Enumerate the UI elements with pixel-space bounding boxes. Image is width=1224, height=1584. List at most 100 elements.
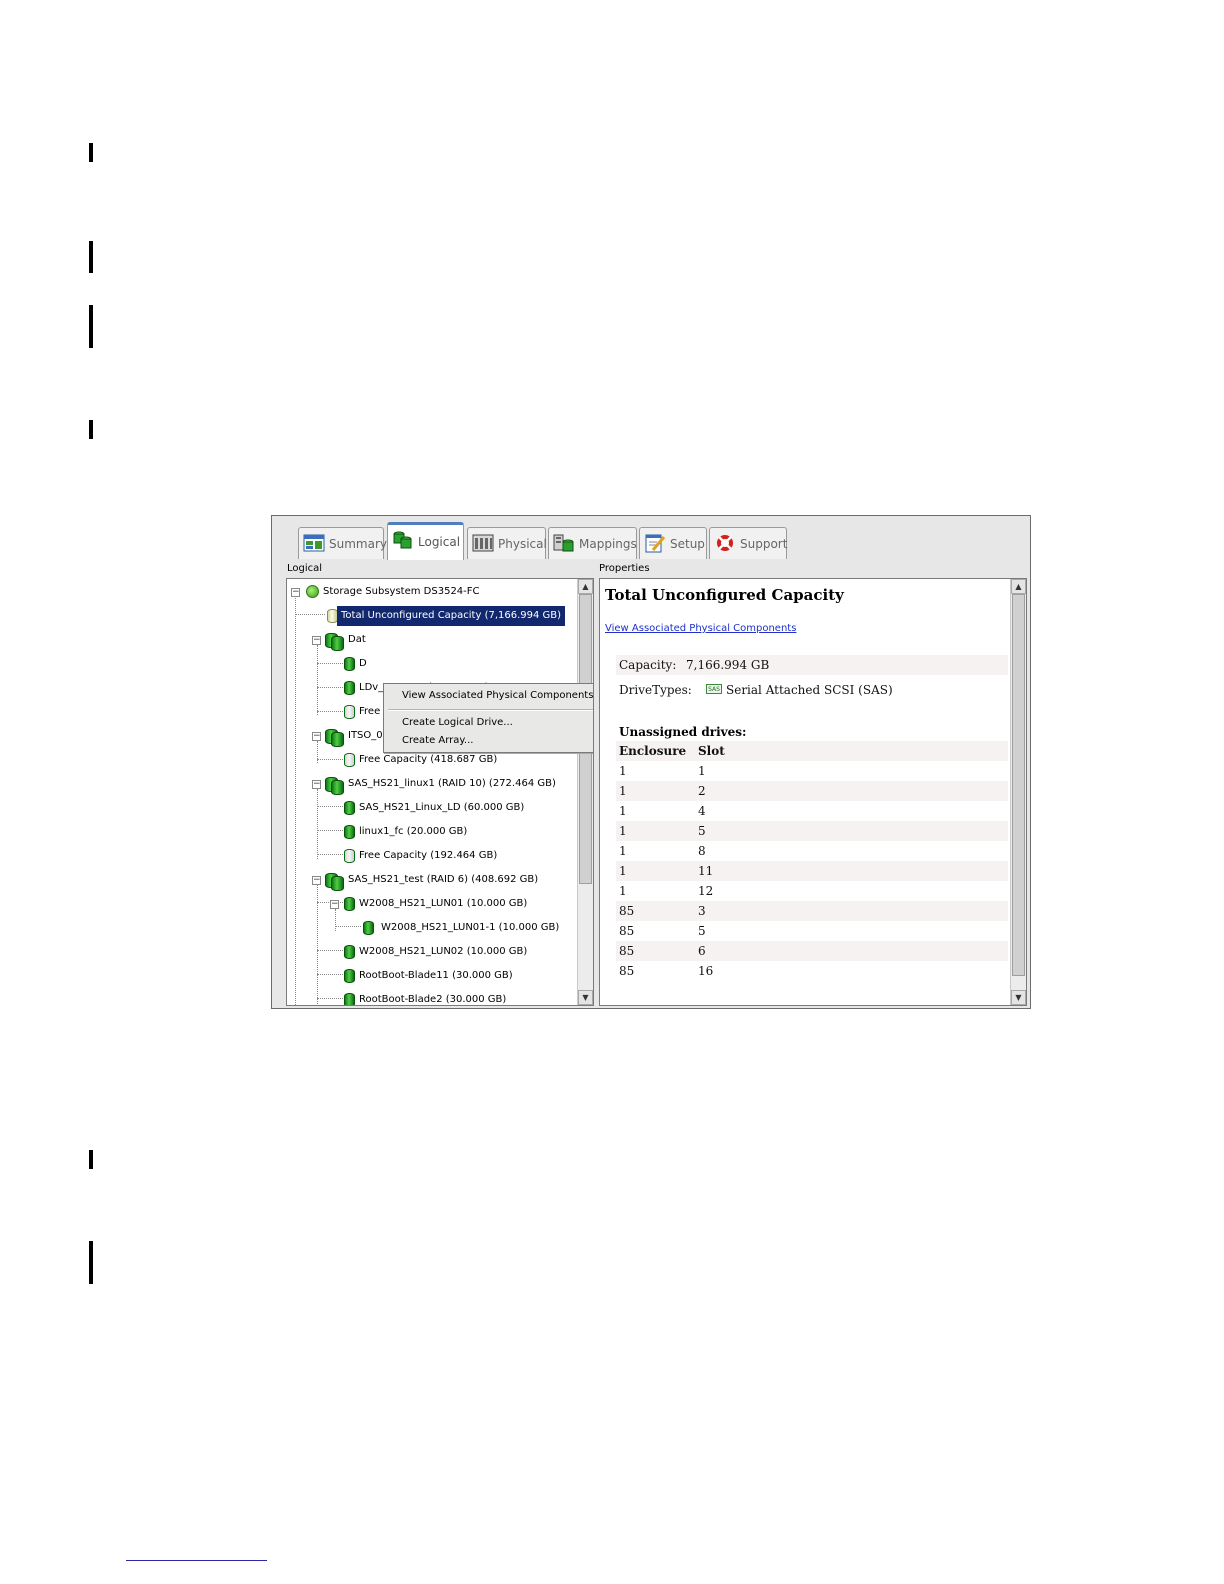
change-bar (89, 143, 93, 162)
change-bar (89, 1241, 93, 1284)
storage-subsystem-icon (306, 585, 319, 598)
properties-pane: Total Unconfigured Capacity View Associa… (599, 578, 1027, 1006)
enclosure-cell: 1 (619, 844, 627, 858)
menu-item-view-associated[interactable]: View Associated Physical Components... (402, 690, 593, 701)
collapse-toggle[interactable]: − (312, 636, 321, 645)
logical-icon (393, 531, 412, 549)
tab-logical-label: Logical (418, 535, 461, 549)
mappings-icon (553, 534, 574, 552)
view-associated-link[interactable]: View Associated Physical Components (605, 623, 796, 634)
enclosure-cell: 1 (619, 864, 627, 878)
logical-drive-icon (344, 657, 355, 671)
menu-item-create-logical-drive[interactable]: Create Logical Drive... (402, 717, 513, 728)
free-capacity-icon (344, 849, 355, 863)
enclosure-cell: 1 (619, 804, 627, 818)
scroll-down-button[interactable]: ▼ (1011, 990, 1026, 1005)
table-row: 85 3 (616, 901, 1008, 921)
table-row: 14 (616, 801, 1008, 821)
slot-cell: 12 (698, 884, 714, 898)
enclosure-cell: 85 (619, 944, 635, 958)
collapse-toggle[interactable]: − (312, 732, 321, 741)
summary-icon (303, 534, 325, 552)
tab-support[interactable]: Support (709, 527, 787, 559)
slot-cell: 4 (698, 804, 706, 818)
flashcopy-drive-icon (363, 921, 374, 935)
tab-support-label: Support (740, 537, 788, 551)
enclosure-cell: 85 (619, 924, 635, 938)
slot-cell: 3 (698, 904, 706, 918)
change-bar (89, 420, 93, 439)
array-icon (331, 636, 344, 651)
free-capacity-icon (344, 705, 355, 719)
tree-scrollbar[interactable]: ▲ ▼ (577, 579, 593, 1005)
enclosure-cell: 85 (619, 964, 635, 978)
array-icon (331, 732, 344, 747)
tab-mappings-label: Mappings (579, 537, 637, 551)
drivetypes-row: DriveTypes: SAS Serial Attached SCSI (SA… (619, 683, 893, 697)
tab-summary[interactable]: Summary (298, 527, 387, 559)
enclosure-cell: 85 (619, 904, 635, 918)
slot-cell: 6 (698, 944, 706, 958)
logical-drive-icon (344, 969, 355, 983)
footnote-rule (126, 1560, 267, 1561)
menu-separator (388, 709, 593, 711)
enclosure-cell: 1 (619, 824, 627, 838)
enclosure-cell: 1 (619, 764, 627, 778)
tab-summary-label: Summary (329, 537, 387, 551)
sas-drive-icon: SAS (706, 684, 722, 694)
table-row: 12 (616, 781, 1008, 801)
table-row: 1 11 (616, 861, 1008, 881)
context-menu: View Associated Physical Components... C… (383, 683, 593, 753)
properties-scrollbar[interactable]: ▲ ▼ (1010, 579, 1026, 1005)
tab-physical-label: Physical (498, 537, 547, 551)
collapse-toggle[interactable]: − (330, 900, 339, 909)
collapse-toggle[interactable]: − (291, 588, 300, 597)
scroll-up-button[interactable]: ▲ (578, 579, 593, 594)
tab-setup-label: Setup (670, 537, 705, 551)
unassigned-drives-heading: Unassigned drives: (619, 725, 747, 739)
table-row: 85 5 (616, 921, 1008, 941)
unassigned-table-header: Enclosure Slot (616, 741, 1008, 761)
logical-drive-icon (344, 945, 355, 959)
slot-cell: 8 (698, 844, 706, 858)
collapse-toggle[interactable]: − (312, 780, 321, 789)
scroll-up-button[interactable]: ▲ (1011, 579, 1026, 594)
scroll-thumb[interactable] (1012, 594, 1025, 976)
physical-icon (472, 534, 494, 552)
tab-setup[interactable]: Setup (639, 527, 707, 559)
scroll-down-button[interactable]: ▼ (578, 990, 593, 1005)
table-row: 1 12 (616, 881, 1008, 901)
slot-cell: 11 (698, 864, 714, 878)
logical-tree: − Storage Subsystem DS3524-FC Total Unco… (287, 579, 579, 1005)
tab-mappings[interactable]: Mappings (548, 527, 637, 559)
array-icon (331, 876, 344, 891)
setup-icon (645, 534, 666, 553)
capacity-row: Capacity: 7,166.994 GB (616, 655, 1008, 675)
logical-drive-icon (344, 825, 355, 839)
table-row: 85 6 (616, 941, 1008, 961)
change-bar (89, 305, 93, 348)
logical-drive-icon (344, 897, 355, 911)
tab-logical[interactable]: Logical (387, 522, 464, 560)
array-icon (331, 780, 344, 795)
table-row: 85 16 (616, 961, 1008, 981)
logical-drive-icon (344, 993, 355, 1005)
slot-cell: 5 (698, 924, 706, 938)
properties-pane-label: Properties (599, 563, 650, 574)
logical-drive-icon (344, 681, 355, 695)
table-row: 15 (616, 821, 1008, 841)
support-icon (717, 535, 733, 551)
logical-pane-label: Logical (287, 563, 323, 574)
properties-title: Total Unconfigured Capacity (605, 586, 844, 604)
slot-cell: 1 (698, 764, 706, 778)
change-bar (89, 241, 93, 273)
slot-cell: 2 (698, 784, 706, 798)
free-capacity-icon (344, 753, 355, 767)
menu-item-create-array[interactable]: Create Array... (402, 735, 473, 746)
slot-cell: 5 (698, 824, 706, 838)
table-row: 11 (616, 761, 1008, 781)
storage-manager-window: Summary Logical Physical Mappings Setup … (271, 515, 1031, 1009)
collapse-toggle[interactable]: − (312, 876, 321, 885)
table-row: 18 (616, 841, 1008, 861)
tab-physical[interactable]: Physical (467, 527, 547, 559)
